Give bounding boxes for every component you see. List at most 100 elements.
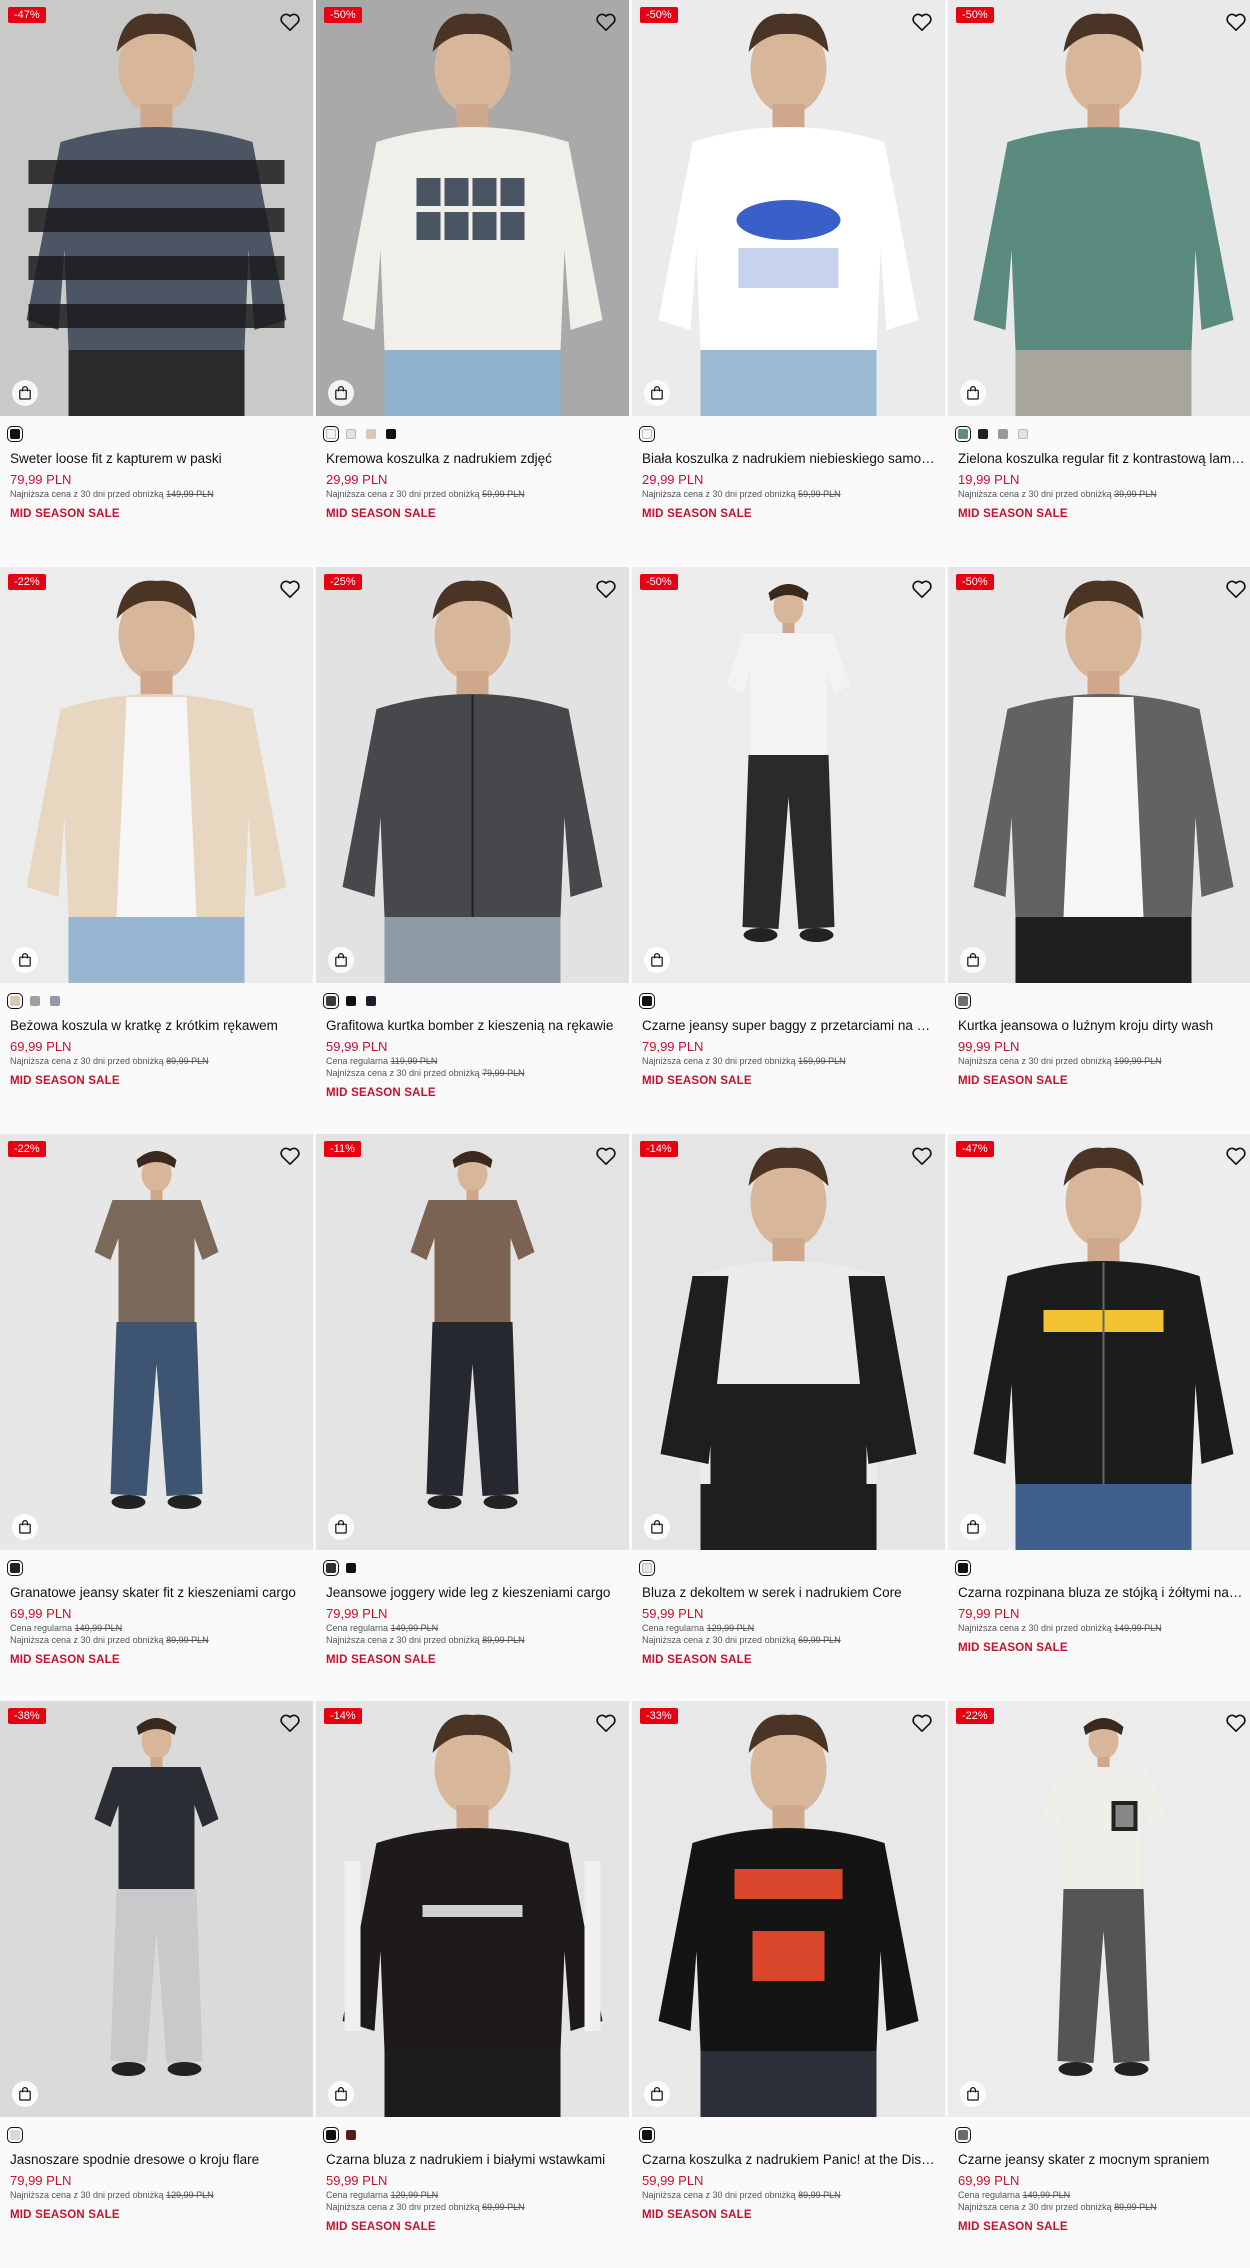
product-card[interactable]: -50% Biała koszulka z nadrukiem niebieski… (632, 0, 945, 555)
color-swatch[interactable] (955, 426, 971, 442)
shopping-bag-icon[interactable] (12, 1514, 38, 1540)
color-swatch[interactable] (323, 426, 339, 442)
heart-icon[interactable] (911, 12, 933, 32)
shopping-bag-icon[interactable] (328, 2081, 354, 2107)
color-swatch[interactable] (346, 996, 356, 1006)
heart-icon[interactable] (279, 12, 301, 32)
color-swatch[interactable] (7, 1560, 23, 1576)
shopping-bag-icon[interactable] (644, 1514, 670, 1540)
product-name[interactable]: Sweter loose fit z kapturem w paski (10, 450, 303, 468)
product-name[interactable]: Czarna koszulka z nadrukiem Panic! at th… (642, 2151, 935, 2169)
product-image[interactable]: -47% (948, 1134, 1250, 1550)
product-card[interactable]: -50% Zielona koszulka regular fit z kontr… (948, 0, 1250, 555)
heart-icon[interactable] (1225, 1146, 1247, 1166)
shopping-bag-icon[interactable] (12, 380, 38, 406)
product-image[interactable]: -22% (0, 567, 313, 983)
shopping-bag-icon[interactable] (328, 380, 354, 406)
shopping-bag-icon[interactable] (960, 1514, 986, 1540)
color-swatch[interactable] (346, 429, 356, 439)
product-name[interactable]: Czarne jeansy skater z mocnym spraniem (958, 2151, 1249, 2169)
shopping-bag-icon[interactable] (12, 2081, 38, 2107)
shopping-bag-icon[interactable] (960, 380, 986, 406)
shopping-bag-icon[interactable] (328, 947, 354, 973)
product-name[interactable]: Granatowe jeansy skater fit z kieszeniam… (10, 1584, 303, 1602)
product-card[interactable]: -50% Czarne jeansy super baggy z przetarc… (632, 567, 945, 1122)
product-name[interactable]: Zielona koszulka regular fit z kontrasto… (958, 450, 1249, 468)
color-swatch[interactable] (386, 429, 396, 439)
product-card[interactable]: -14% Bluza z dekoltem w serek i nadrukiem… (632, 1134, 945, 1689)
color-swatch[interactable] (30, 996, 40, 1006)
color-swatch[interactable] (366, 429, 376, 439)
product-image[interactable]: -50% (948, 567, 1250, 983)
heart-icon[interactable] (1225, 12, 1247, 32)
shopping-bag-icon[interactable] (644, 2081, 670, 2107)
heart-icon[interactable] (911, 1713, 933, 1733)
heart-icon[interactable] (595, 1713, 617, 1733)
product-name[interactable]: Biała koszulka z nadrukiem niebieskiego … (642, 450, 935, 468)
heart-icon[interactable] (279, 1146, 301, 1166)
product-card[interactable]: -11% Jeansowe joggery wide leg z kieszeni… (316, 1134, 629, 1689)
heart-icon[interactable] (595, 579, 617, 599)
color-swatch[interactable] (639, 2127, 655, 2143)
product-name[interactable]: Czarna rozpinana bluza ze stójką i żółty… (958, 1584, 1249, 1602)
product-card[interactable]: -47% Sweter loose fit z kapturem w paski 7… (0, 0, 313, 555)
product-image[interactable]: -22% (0, 1134, 313, 1550)
product-card[interactable]: -22% Beżowa koszula w kratkę z krótkim rę… (0, 567, 313, 1122)
product-card[interactable]: -14% Czarna bluza z nadrukiem i białymi w… (316, 1701, 629, 2256)
product-name[interactable]: Czarna bluza z nadrukiem i białymi wstaw… (326, 2151, 619, 2169)
product-image[interactable]: -38% (0, 1701, 313, 2117)
product-card[interactable]: -50% Kremowa koszulka z nadrukiem zdjęć 29… (316, 0, 629, 555)
color-swatch[interactable] (323, 993, 339, 1009)
heart-icon[interactable] (911, 579, 933, 599)
product-image[interactable]: -14% (316, 1701, 629, 2117)
color-swatch[interactable] (323, 2127, 339, 2143)
product-name[interactable]: Bluza z dekoltem w serek i nadrukiem Cor… (642, 1584, 935, 1602)
color-swatch[interactable] (7, 2127, 23, 2143)
product-card[interactable]: -33% Czarna koszulka z nadrukiem Panic! a… (632, 1701, 945, 2256)
heart-icon[interactable] (595, 12, 617, 32)
color-swatch[interactable] (346, 1563, 356, 1573)
color-swatch[interactable] (955, 2127, 971, 2143)
product-name[interactable]: Kremowa koszulka z nadrukiem zdjęć (326, 450, 619, 468)
product-image[interactable]: -22% (948, 1701, 1250, 2117)
product-image[interactable]: -50% (316, 0, 629, 416)
product-card[interactable]: -47% Czarna rozpinana bluza ze stójką i ż… (948, 1134, 1250, 1689)
color-swatch[interactable] (346, 2130, 356, 2140)
product-card[interactable]: -38% Jasnoszare spodnie dresowe o kroju f… (0, 1701, 313, 2256)
product-name[interactable]: Czarne jeansy super baggy z przetarciami… (642, 1017, 935, 1035)
product-name[interactable]: Grafitowa kurtka bomber z kieszenią na r… (326, 1017, 619, 1035)
color-swatch[interactable] (639, 993, 655, 1009)
color-swatch[interactable] (955, 1560, 971, 1576)
shopping-bag-icon[interactable] (328, 1514, 354, 1540)
shopping-bag-icon[interactable] (644, 947, 670, 973)
color-swatch[interactable] (1018, 429, 1028, 439)
color-swatch[interactable] (7, 993, 23, 1009)
color-swatch[interactable] (639, 1560, 655, 1576)
product-name[interactable]: Jasnoszare spodnie dresowe o kroju flare (10, 2151, 303, 2169)
product-image[interactable]: -33% (632, 1701, 945, 2117)
shopping-bag-icon[interactable] (960, 2081, 986, 2107)
product-image[interactable]: -50% (948, 0, 1250, 416)
heart-icon[interactable] (1225, 579, 1247, 599)
color-swatch[interactable] (366, 996, 376, 1006)
color-swatch[interactable] (978, 429, 988, 439)
color-swatch[interactable] (323, 1560, 339, 1576)
heart-icon[interactable] (279, 579, 301, 599)
product-image[interactable]: -47% (0, 0, 313, 416)
product-image[interactable]: -11% (316, 1134, 629, 1550)
product-image[interactable]: -50% (632, 0, 945, 416)
heart-icon[interactable] (911, 1146, 933, 1166)
heart-icon[interactable] (1225, 1713, 1247, 1733)
color-swatch[interactable] (639, 426, 655, 442)
product-image[interactable]: -25% (316, 567, 629, 983)
heart-icon[interactable] (595, 1146, 617, 1166)
heart-icon[interactable] (279, 1713, 301, 1733)
product-card[interactable]: -22% Czarne jeansy skater z mocnym sprani… (948, 1701, 1250, 2256)
product-image[interactable]: -14% (632, 1134, 945, 1550)
color-swatch[interactable] (998, 429, 1008, 439)
product-name[interactable]: Kurtka jeansowa o luźnym kroju dirty was… (958, 1017, 1249, 1035)
color-swatch[interactable] (955, 993, 971, 1009)
color-swatch[interactable] (50, 996, 60, 1006)
product-name[interactable]: Jeansowe joggery wide leg z kieszeniami … (326, 1584, 619, 1602)
product-image[interactable]: -50% (632, 567, 945, 983)
